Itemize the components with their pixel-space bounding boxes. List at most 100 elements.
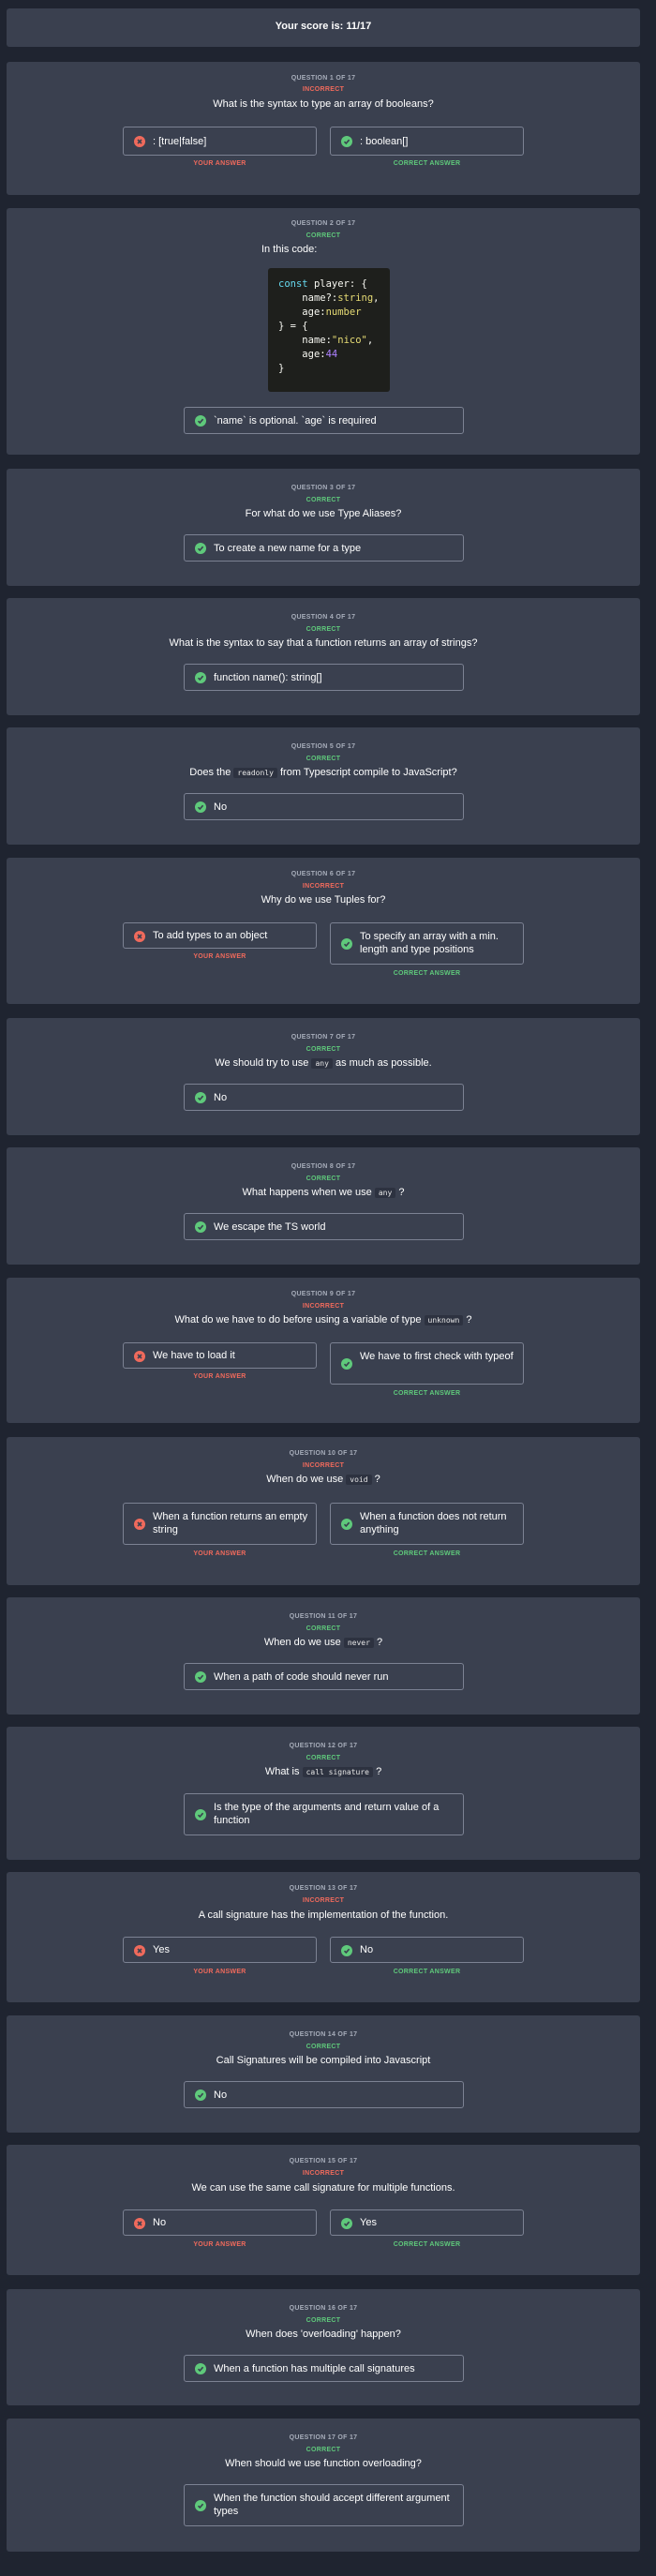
question-prompt: In this code: [261,244,318,255]
option-text: To create a new name for a type [214,543,362,554]
option-text: When a function does not return anything [360,1511,507,1535]
question-number: QUESTION 16 OF 17 [289,2305,358,2312]
your-answer-option[interactable]: We have to load it [123,1342,317,1369]
correct-answer-label: CORRECT ANSWER [393,970,461,977]
question-status: CORRECT [306,2044,341,2050]
question-card: QUESTION 10 OF 17 INCORRECT When do we u… [7,1437,640,1585]
correct-answer-option[interactable]: To specify an array with a min. length a… [330,922,524,965]
your-answer-option[interactable]: To add types to an object [123,922,317,949]
option-text: Yes [153,1944,170,1955]
question-prompt: We should try to use any as much as poss… [7,1057,640,1069]
your-answer-label: YOUR ANSWER [193,1969,246,1975]
question-card: QUESTION 15 OF 17 INCORRECT We can use t… [7,2145,640,2275]
option-text: No [214,1092,228,1103]
check-circle-icon [195,672,206,683]
question-prompt: When do we use void ? [7,1474,640,1485]
answer-option[interactable]: We escape the TS world [184,1213,464,1240]
x-circle-icon [134,2218,145,2229]
code-line: const player: { [278,278,367,290]
option-text: No [360,1944,374,1955]
answer-option[interactable]: function name(): string[] [184,664,464,691]
prompt-text: as much as possible. [335,1057,432,1069]
question-card: QUESTION 1 OF 17 INCORRECT What is the s… [7,62,640,195]
question-card: QUESTION 5 OF 17 CORRECT Does the readon… [7,727,640,845]
question-status: CORRECT [306,497,341,503]
option-text: Yes [360,2217,377,2228]
question-card: QUESTION 13 OF 17 INCORRECT A call signa… [7,1872,640,2002]
check-circle-icon [195,2089,206,2101]
inline-code: void [346,1475,372,1485]
question-number: QUESTION 17 OF 17 [289,2434,358,2441]
answer-option[interactable]: When a path of code should never run [184,1663,464,1690]
your-answer-label: YOUR ANSWER [193,953,246,960]
check-circle-icon [195,801,206,813]
question-card: QUESTION 12 OF 17 CORRECT What is call s… [7,1727,640,1860]
code-block: const player: { name?:string, age:number… [268,268,390,392]
option-text: We have to load it [153,1350,235,1361]
answer-option[interactable]: No [184,1084,464,1111]
check-circle-icon [195,2500,206,2511]
question-status: INCORRECT [302,1303,345,1310]
prompt-text: ? [374,1474,380,1485]
prompt-text: What is [264,1766,300,1777]
question-status: CORRECT [306,1176,341,1182]
question-number: QUESTION 2 OF 17 [291,220,356,227]
correct-answer-option[interactable]: Yes [330,2209,524,2236]
x-circle-icon [134,1945,145,1956]
answer-option[interactable]: Is the type of the arguments and return … [184,1793,464,1835]
check-circle-icon [341,136,352,147]
question-number: QUESTION 6 OF 17 [291,871,356,877]
question-status: INCORRECT [302,1897,345,1904]
question-prompt: Call Signatures will be compiled into Ja… [216,2055,431,2066]
option-text: When a function has multiple call signat… [214,2363,415,2374]
inline-code: readonly [233,768,277,778]
option-text: No [214,801,228,813]
question-prompt: What is call signature ? [7,1766,640,1777]
code-line: age:number [302,307,362,318]
inline-code: unknown [424,1315,464,1325]
correct-answer-option[interactable]: No [330,1937,524,1963]
option-text: Is the type of the arguments and return … [214,1802,440,1826]
your-answer-label: YOUR ANSWER [193,1373,246,1380]
question-card: QUESTION 2 OF 17 CORRECT In this code: c… [7,208,640,455]
check-circle-icon [195,1221,206,1233]
question-card: QUESTION 3 OF 17 CORRECT For what do we … [7,469,640,586]
correct-answer-option[interactable]: When a function does not return anything [330,1503,524,1545]
check-circle-icon [341,2218,352,2229]
question-prompt: What happens when we use any ? [7,1187,640,1198]
correct-answer-option[interactable]: : boolean[] [330,127,524,156]
score-text: Your score is: 11/17 [275,21,372,32]
your-answer-label: YOUR ANSWER [193,160,246,167]
answer-option[interactable]: To create a new name for a type [184,534,464,562]
check-circle-icon [195,543,206,554]
correct-answer-label: CORRECT ANSWER [393,160,461,167]
question-status: INCORRECT [302,2170,345,2177]
answer-option[interactable]: No [184,793,464,820]
answer-option[interactable]: `name` is optional. `age` is required [184,407,464,434]
answer-option[interactable]: When a function has multiple call signat… [184,2355,464,2382]
question-card: QUESTION 4 OF 17 CORRECT What is the syn… [7,598,640,715]
question-number: QUESTION 12 OF 17 [289,1743,358,1749]
inline-code: any [311,1058,333,1069]
question-status: CORRECT [306,2447,341,2453]
option-text: : boolean[] [360,136,409,147]
question-number: QUESTION 13 OF 17 [289,1885,358,1892]
question-number: QUESTION 1 OF 17 [291,75,356,82]
code-line: age:44 [302,349,338,360]
prompt-text: Does the [189,767,231,778]
your-answer-option[interactable]: When a function returns an empty string [123,1503,317,1545]
question-number: QUESTION 9 OF 17 [291,1291,356,1297]
your-answer-option[interactable]: : [true|false] [123,127,317,156]
check-circle-icon [341,1945,352,1956]
answer-option[interactable]: When the function should accept differen… [184,2484,464,2526]
check-circle-icon [341,1519,352,1530]
answer-option[interactable]: No [184,2081,464,2108]
your-answer-option[interactable]: No [123,2209,317,2236]
code-line: } = { [278,321,308,332]
question-status: INCORRECT [302,1462,345,1469]
prompt-text: When do we use [263,1637,341,1648]
your-answer-option[interactable]: Yes [123,1937,317,1963]
question-status: CORRECT [306,626,341,633]
prompt-text: When do we use [266,1474,344,1485]
correct-answer-option[interactable]: We have to first check with typeof [330,1342,524,1385]
